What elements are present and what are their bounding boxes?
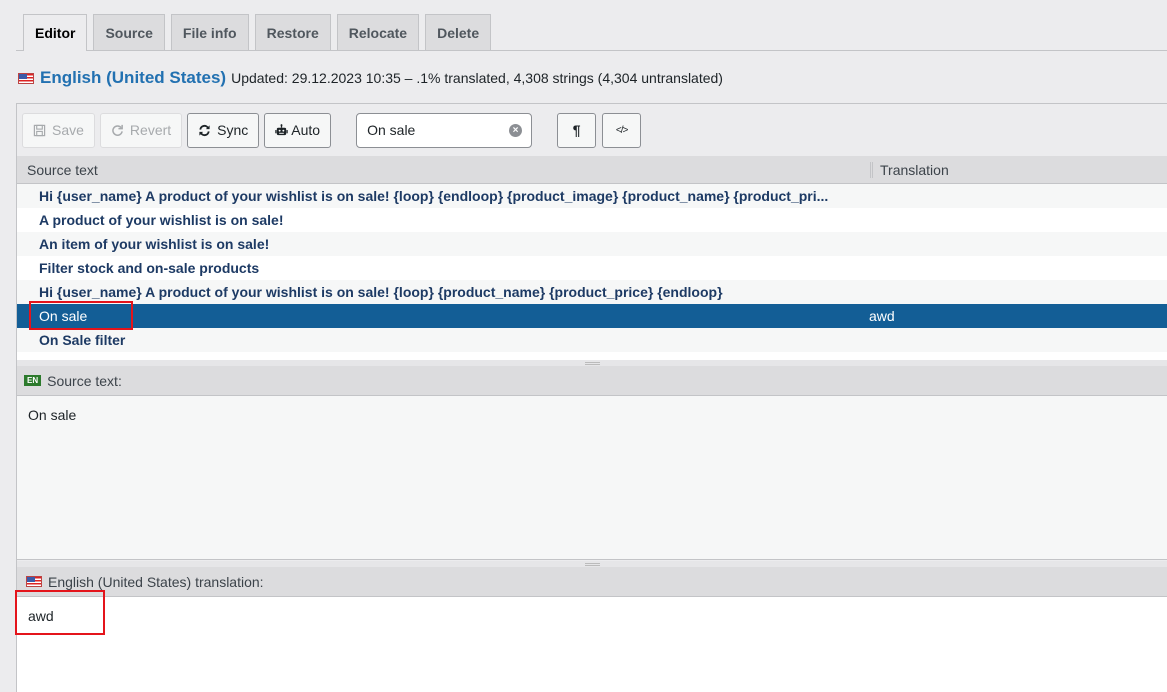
us-flag-icon xyxy=(18,72,34,84)
source-text-value: On sale xyxy=(28,407,77,423)
filter-search-input[interactable] xyxy=(367,122,510,138)
tab-restore[interactable]: Restore xyxy=(254,14,331,50)
toggle-code-view-button[interactable]: </> xyxy=(602,112,642,148)
locale-name: English (United States) xyxy=(40,68,227,87)
row-source: On sale xyxy=(39,308,88,324)
list-row[interactable]: Generic Product xyxy=(17,352,1167,360)
toggle-invisibles-button[interactable]: ¶ xyxy=(557,112,597,148)
column-header-translation[interactable]: Translation xyxy=(870,161,1167,178)
tab-editor[interactable]: Editor xyxy=(23,14,88,51)
list-row[interactable]: Hi {user_name} A product of your wishlis… xyxy=(17,184,1167,208)
auto-translate-button[interactable]: Auto xyxy=(264,112,332,148)
row-source: On Sale filter xyxy=(39,332,126,348)
row-source: Hi {user_name} A product of your wishlis… xyxy=(39,284,723,300)
source-pane-label: Source text: xyxy=(47,372,122,389)
list-header: Source text Translation xyxy=(17,156,1167,184)
list-row[interactable]: Hi {user_name} A product of your wishlis… xyxy=(17,280,1167,304)
sync-icon xyxy=(199,124,210,136)
column-header-source[interactable]: Source text xyxy=(17,162,870,178)
robot-icon xyxy=(275,123,289,135)
tab-delete[interactable]: Delete xyxy=(425,14,492,50)
list-row[interactable]: An item of your wishlist is on sale! xyxy=(17,232,1167,256)
editor-toolbar: Save Revert Sync Auto × ¶ </> xyxy=(17,104,1167,156)
row-translation: awd xyxy=(869,308,895,324)
row-source: Hi {user_name} A product of your wishlis… xyxy=(39,188,829,204)
code-icon: </> xyxy=(615,124,629,136)
source-pane-header: EN Source text: xyxy=(17,366,1167,396)
tab-relocate[interactable]: Relocate xyxy=(336,14,420,50)
translation-pane: awd xyxy=(17,597,1167,692)
grip-icon xyxy=(584,361,600,365)
auto-label: Auto xyxy=(291,122,321,138)
revert-icon xyxy=(112,124,123,136)
list-row-selected[interactable]: On sale awd xyxy=(17,304,1167,328)
tab-source[interactable]: Source xyxy=(93,14,165,50)
tab-bar: Editor Source File info Restore Relocate… xyxy=(16,14,1167,51)
locale-header: English (United States) Updated: 29.12.2… xyxy=(18,66,723,90)
translation-pane-label: English (United States) translation: xyxy=(48,573,264,590)
sync-label: Sync xyxy=(217,122,249,138)
list-rows: Hi {user_name} A product of your wishlis… xyxy=(17,184,1167,360)
save-label: Save xyxy=(52,122,84,138)
save-button[interactable]: Save xyxy=(22,112,95,148)
locale-meta: Updated: 29.12.2023 10:35 – .1% translat… xyxy=(231,70,723,86)
revert-button[interactable]: Revert xyxy=(99,112,183,148)
strings-list: Source text Translation Hi {user_name} A… xyxy=(17,156,1167,360)
grip-icon xyxy=(584,562,600,566)
us-flag-icon xyxy=(26,576,42,587)
list-row[interactable]: Filter stock and on-sale products xyxy=(17,256,1167,280)
en-language-badge: EN xyxy=(24,375,42,386)
revert-label: Revert xyxy=(129,122,172,138)
row-source: Filter stock and on-sale products xyxy=(39,260,260,276)
source-text-pane: On sale xyxy=(17,396,1167,560)
list-row[interactable]: A product of your wishlist is on sale! xyxy=(17,208,1167,232)
clear-search-icon[interactable]: × xyxy=(509,123,523,137)
sync-button[interactable]: Sync xyxy=(187,112,260,148)
translation-pane-header: English (United States) translation: xyxy=(17,567,1167,597)
save-icon xyxy=(33,124,46,136)
editor-panel: Save Revert Sync Auto × ¶ </> Source tex… xyxy=(16,103,1167,692)
row-source: A product of your wishlist is on sale! xyxy=(39,212,284,228)
translation-input[interactable]: awd xyxy=(28,608,1156,681)
row-source: An item of your wishlist is on sale! xyxy=(39,236,270,252)
list-row[interactable]: On Sale filter xyxy=(17,328,1167,352)
filter-search-box: × xyxy=(356,112,533,148)
pilcrow-icon: ¶ xyxy=(572,122,581,138)
tab-file-info[interactable]: File info xyxy=(170,14,249,50)
